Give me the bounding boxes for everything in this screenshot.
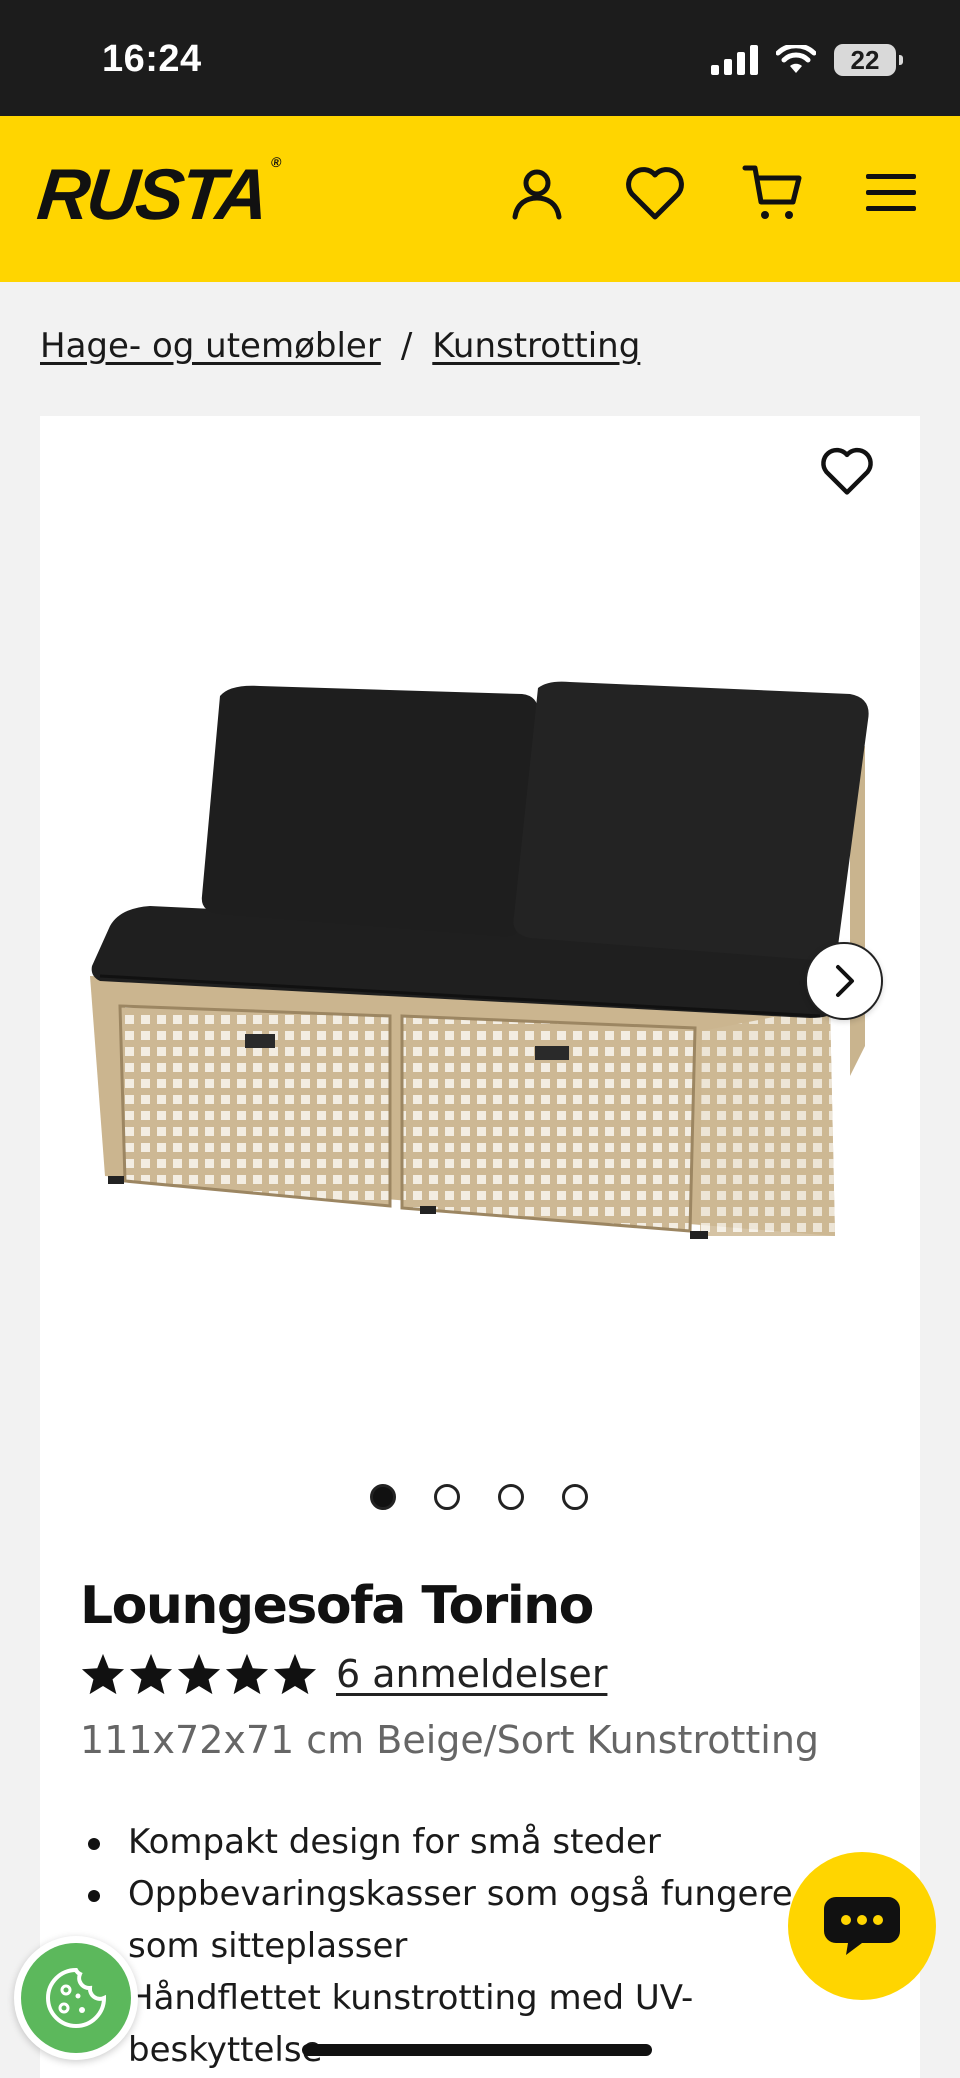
add-to-wishlist-button[interactable]	[812, 436, 882, 506]
gallery-dot-4[interactable]	[562, 1484, 588, 1510]
breadcrumb-separator: /	[400, 326, 413, 366]
menu-icon[interactable]	[856, 158, 926, 228]
gallery-dot-1[interactable]	[370, 1484, 396, 1510]
breadcrumb-item-hagemobler[interactable]: Hage- og utemøbler	[40, 326, 381, 366]
status-icons: 22	[711, 44, 903, 76]
feature-item-continued: som sitteplasser	[128, 1926, 408, 1966]
rating-row: 6 anmeldelser	[80, 1652, 607, 1696]
home-indicator	[302, 2044, 652, 2056]
battery-icon: 22	[834, 44, 903, 76]
chat-button[interactable]	[788, 1852, 936, 2000]
signal-icon	[711, 45, 758, 75]
gallery-pagination	[370, 1484, 588, 1510]
feature-list: Kompakt design for små steder Oppbevarin…	[80, 1816, 840, 2076]
star-rating	[80, 1652, 318, 1696]
status-time: 16:24	[102, 38, 202, 80]
star-icon	[129, 1653, 173, 1695]
star-icon	[225, 1653, 269, 1695]
rusta-logo[interactable]: RUSTA®	[34, 154, 279, 236]
product-image[interactable]	[90, 676, 880, 1316]
feature-item: Håndflettet kunstrotting med UV-	[128, 1978, 694, 2018]
cart-icon[interactable]	[738, 158, 808, 228]
wifi-icon	[776, 45, 816, 73]
product-subtitle: 111x72x71 cm Beige/Sort Kunstrotting	[80, 1718, 820, 1762]
next-image-button[interactable]	[805, 942, 883, 1020]
account-icon[interactable]	[502, 158, 572, 228]
breadcrumb-item-kunstrotting[interactable]: Kunstrotting	[432, 326, 640, 366]
reviews-link[interactable]: 6 anmeldelser	[336, 1652, 607, 1696]
chat-bubble-icon	[824, 1897, 900, 1955]
site-header: RUSTA®	[0, 116, 960, 282]
cookie-icon	[46, 1967, 107, 2028]
star-icon	[273, 1653, 317, 1695]
status-bar: 16:24 22	[0, 0, 960, 116]
heart-icon	[821, 447, 873, 495]
product-title: Loungesofa Torino	[80, 1576, 594, 1636]
product-card: Loungesofa Torino 6 anmeldelser 111x72x7…	[40, 416, 920, 2078]
feature-item: Oppbevaringskasser som også fungere	[80, 1868, 840, 1920]
gallery-dot-3[interactable]	[498, 1484, 524, 1510]
breadcrumb: Hage- og utemøbler / Kunstrotting	[40, 326, 640, 366]
star-icon	[177, 1653, 221, 1695]
star-icon	[81, 1653, 125, 1695]
gallery-dot-2[interactable]	[434, 1484, 460, 1510]
chevron-right-icon	[836, 965, 854, 997]
feature-item: Kompakt design for små steder	[80, 1816, 840, 1868]
cookie-settings-button[interactable]	[14, 1936, 138, 2060]
wishlist-icon[interactable]	[620, 158, 690, 228]
